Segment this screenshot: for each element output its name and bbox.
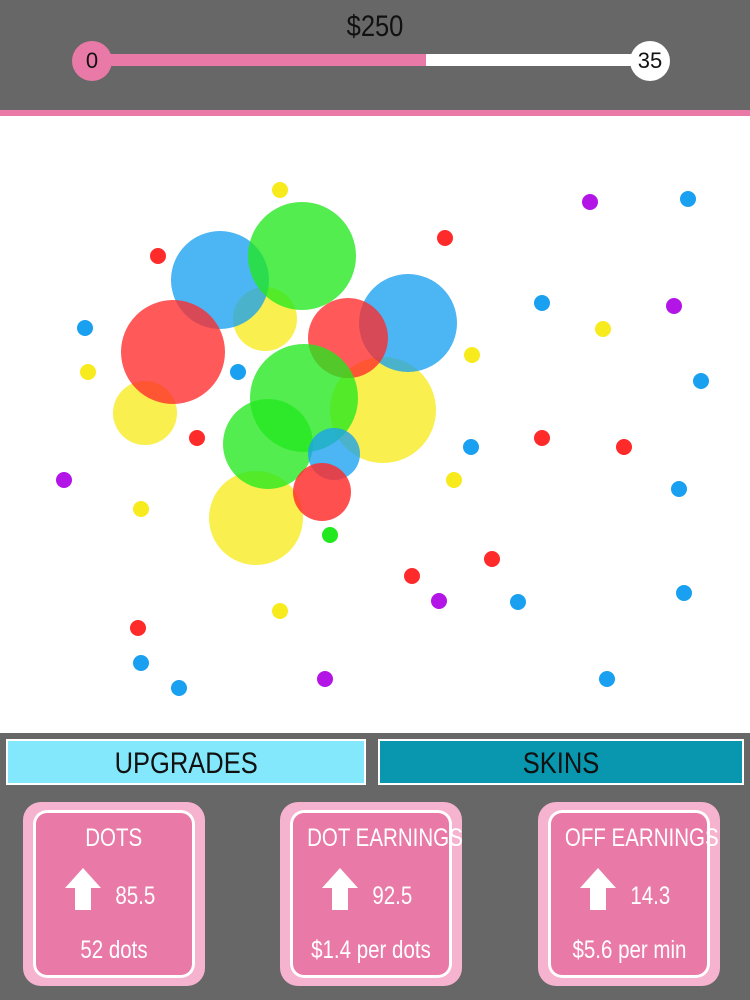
dot-red[interactable] — [404, 568, 420, 584]
dot-red[interactable] — [534, 430, 550, 446]
dot-purple[interactable] — [56, 472, 72, 488]
card-title: DOTS — [85, 824, 143, 852]
dot-blue[interactable] — [171, 680, 187, 696]
level-progress-bar — [90, 54, 650, 66]
level-progress-fill — [90, 54, 426, 66]
dot-yellow[interactable] — [272, 603, 288, 619]
dot-green-large[interactable] — [248, 202, 356, 310]
dot-blue[interactable] — [671, 481, 687, 497]
tab-upgrades-label: UPGRADES — [114, 747, 258, 780]
playfield[interactable] — [0, 116, 750, 733]
dot-red[interactable] — [437, 230, 453, 246]
dot-green[interactable] — [322, 527, 338, 543]
dot-purple[interactable] — [431, 593, 447, 609]
dot-blue[interactable] — [463, 439, 479, 455]
dot-blue[interactable] — [676, 585, 692, 601]
dot-purple[interactable] — [582, 194, 598, 210]
dot-blue[interactable] — [599, 671, 615, 687]
card-cost: 14.3 — [630, 882, 670, 910]
card-cost: 85.5 — [115, 882, 155, 910]
dot-blue[interactable] — [534, 295, 550, 311]
current-level-badge: 0 — [72, 41, 112, 81]
dot-blue[interactable] — [133, 655, 149, 671]
dot-blue[interactable] — [680, 191, 696, 207]
header: $250 0 35 — [0, 0, 750, 110]
dot-red-large[interactable] — [121, 300, 225, 404]
dot-red[interactable] — [484, 551, 500, 567]
dot-red-large[interactable] — [293, 463, 351, 521]
card-face: DOT EARNINGS 92.5 $1.4 per dots — [290, 810, 463, 978]
card-stat: $5.6 per min — [572, 936, 686, 964]
card-title: OFF EARNINGS — [564, 824, 719, 852]
game-screen: $250 0 35 UPGRADES SKINS DOTS 85.5 52 do… — [0, 0, 750, 1000]
dot-red[interactable] — [616, 439, 632, 455]
dot-red[interactable] — [130, 620, 146, 636]
dot-blue[interactable] — [230, 364, 246, 380]
dot-yellow[interactable] — [595, 321, 611, 337]
dot-yellow[interactable] — [446, 472, 462, 488]
card-face: DOTS 85.5 52 dots — [33, 810, 195, 978]
dot-blue[interactable] — [693, 373, 709, 389]
tab-skins[interactable]: SKINS — [378, 739, 744, 785]
dot-yellow[interactable] — [464, 347, 480, 363]
dot-purple[interactable] — [666, 298, 682, 314]
dot-red[interactable] — [150, 248, 166, 264]
tab-upgrades[interactable]: UPGRADES — [6, 739, 366, 785]
dot-red[interactable] — [189, 430, 205, 446]
dot-purple[interactable] — [317, 671, 333, 687]
money-counter: $250 — [346, 10, 404, 43]
card-stat: $1.4 per dots — [311, 936, 431, 964]
dots-canvas[interactable] — [0, 116, 750, 733]
target-level-badge: 35 — [630, 41, 670, 81]
tab-bar: UPGRADES SKINS — [0, 733, 750, 793]
dot-blue[interactable] — [77, 320, 93, 336]
card-cost: 92.5 — [372, 882, 412, 910]
dot-yellow[interactable] — [272, 182, 288, 198]
tab-skins-label: SKINS — [522, 747, 600, 780]
card-title: DOT EARNINGS — [307, 824, 463, 852]
dot-yellow[interactable] — [80, 364, 96, 380]
card-stat: 52 dots — [80, 936, 148, 964]
dot-yellow[interactable] — [133, 501, 149, 517]
upgrade-off-earnings-button[interactable]: OFF EARNINGS 14.3 $5.6 per min — [538, 802, 720, 986]
dot-blue[interactable] — [510, 594, 526, 610]
upgrade-dot-earnings-button[interactable]: DOT EARNINGS 92.5 $1.4 per dots — [280, 802, 463, 986]
upgrade-dots-button[interactable]: DOTS 85.5 52 dots — [23, 802, 205, 986]
card-face: OFF EARNINGS 14.3 $5.6 per min — [548, 810, 719, 978]
